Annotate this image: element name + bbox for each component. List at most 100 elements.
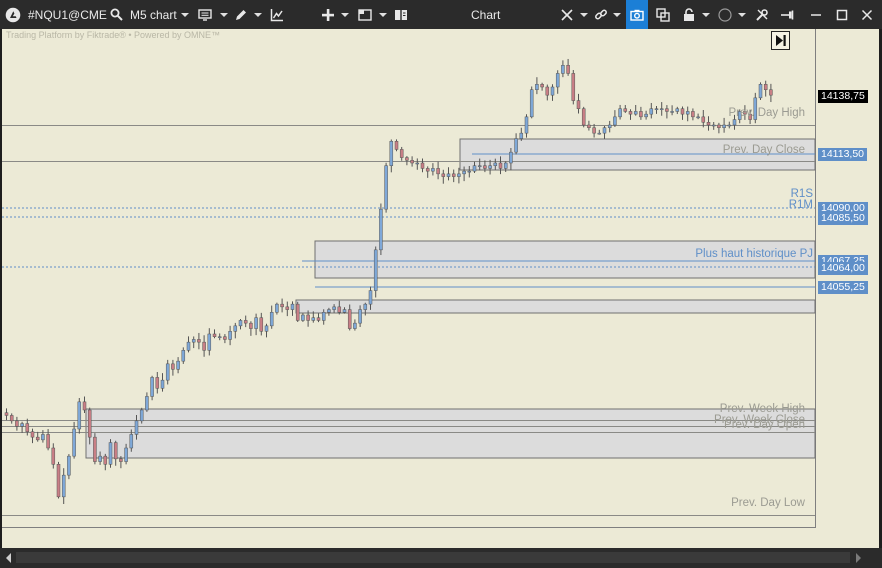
go-to-latest-button[interactable] bbox=[771, 31, 790, 50]
candle-body bbox=[613, 116, 617, 126]
candle-body bbox=[285, 306, 290, 310]
candle-body bbox=[35, 436, 40, 441]
candle-body bbox=[384, 165, 388, 210]
candle-body bbox=[498, 162, 503, 169]
candle-body bbox=[535, 84, 539, 90]
circle-icon bbox=[718, 7, 732, 22]
candle-body bbox=[87, 409, 92, 438]
drawing-tools-dropdown[interactable] bbox=[234, 0, 262, 29]
candle-body bbox=[644, 113, 648, 118]
candle-body bbox=[592, 127, 596, 134]
candle-body bbox=[581, 108, 586, 126]
chart-area[interactable]: Trading Platform by Fiktrade® • Powered … bbox=[2, 29, 879, 548]
candle-body bbox=[4, 412, 9, 416]
candle-body bbox=[233, 325, 238, 332]
book-icon[interactable] bbox=[394, 0, 408, 29]
candle-body bbox=[243, 320, 248, 324]
candle-body bbox=[295, 303, 300, 321]
candle-body bbox=[119, 458, 123, 462]
horizontal-scrollbar[interactable] bbox=[0, 548, 882, 568]
indicators-dropdown[interactable] bbox=[198, 0, 228, 29]
scroll-right-icon[interactable] bbox=[856, 553, 861, 563]
candle-body bbox=[431, 168, 435, 172]
candle-body bbox=[373, 249, 378, 291]
candle-body bbox=[519, 132, 524, 139]
candle-body bbox=[358, 309, 362, 324]
candle-body bbox=[337, 306, 342, 313]
line-chart-icon[interactable] bbox=[270, 0, 284, 29]
chart-settings-icon bbox=[198, 8, 212, 21]
candle-body bbox=[155, 377, 160, 389]
candle-body bbox=[181, 350, 186, 362]
minimize-icon[interactable] bbox=[810, 0, 822, 29]
candle-body bbox=[628, 111, 633, 115]
zone-prev-week bbox=[85, 408, 816, 459]
candle-body bbox=[93, 436, 97, 462]
candle-body bbox=[566, 65, 570, 74]
candle-body bbox=[597, 132, 602, 135]
candle-body bbox=[103, 455, 108, 465]
candle-body bbox=[249, 322, 253, 329]
candle-body bbox=[389, 141, 394, 166]
label-prev-day-low: Prev. Day Low bbox=[731, 497, 805, 509]
tools-icon[interactable] bbox=[755, 0, 769, 29]
candle-body bbox=[217, 336, 222, 338]
candle-body bbox=[649, 108, 654, 115]
candle-body bbox=[462, 170, 466, 175]
color-dropdown[interactable] bbox=[718, 0, 746, 29]
candle-body bbox=[717, 124, 721, 128]
link-icon bbox=[595, 9, 607, 19]
platform-watermark: Trading Platform by Fiktrade® • Powered … bbox=[6, 30, 221, 40]
candle-body bbox=[685, 111, 690, 115]
candle-body bbox=[659, 108, 664, 110]
label-plus-haut: Plus haut historique PJ bbox=[695, 248, 813, 260]
label-prev-day-open: Prev. Day Open bbox=[724, 419, 805, 431]
scrollbar-thumb[interactable] bbox=[16, 552, 850, 563]
layout-dropdown[interactable] bbox=[358, 0, 387, 29]
label-prev-day-high: Prev. Day High bbox=[728, 107, 805, 119]
candle-body bbox=[9, 415, 14, 422]
candle-body bbox=[124, 447, 128, 462]
timeframe-dropdown[interactable]: M5 chart bbox=[130, 0, 189, 29]
chevron-down-icon bbox=[580, 12, 588, 17]
candle-body bbox=[41, 434, 45, 441]
symbol-label[interactable]: #NQU1@CME bbox=[28, 0, 107, 29]
chevron-down-icon bbox=[220, 12, 228, 17]
duplicate-icon[interactable] bbox=[656, 0, 670, 29]
candle-body bbox=[332, 306, 336, 310]
chevron-down-icon bbox=[613, 12, 621, 17]
candle-body bbox=[477, 165, 482, 167]
candle-body bbox=[160, 379, 165, 389]
scroll-left-icon[interactable] bbox=[6, 553, 11, 563]
camera-icon[interactable] bbox=[626, 0, 648, 29]
add-dropdown[interactable] bbox=[321, 0, 349, 29]
maximize-icon[interactable] bbox=[836, 0, 848, 29]
link-dropdown[interactable] bbox=[594, 0, 621, 29]
lock-dropdown[interactable] bbox=[683, 0, 710, 29]
candle-body bbox=[108, 442, 113, 465]
candle-body bbox=[436, 168, 440, 175]
plus-icon bbox=[322, 8, 334, 21]
candle-body bbox=[72, 428, 76, 457]
app-logo-icon[interactable] bbox=[5, 0, 21, 29]
chevron-down-icon bbox=[379, 12, 387, 17]
candle-body bbox=[706, 122, 711, 126]
candle-body bbox=[727, 124, 732, 127]
candle-body bbox=[129, 434, 134, 449]
candle-body bbox=[514, 138, 518, 153]
last-price-label: 14138,75 bbox=[818, 90, 868, 103]
pencil-icon bbox=[236, 9, 246, 20]
crosshair-icon bbox=[561, 8, 573, 21]
search-icon[interactable] bbox=[110, 0, 123, 29]
candle-body bbox=[228, 331, 232, 340]
candle-body bbox=[197, 339, 201, 343]
candle-body bbox=[98, 455, 102, 462]
chevron-down-icon bbox=[702, 12, 710, 17]
pin-icon[interactable] bbox=[780, 0, 794, 29]
crosshair-dropdown[interactable] bbox=[561, 0, 588, 29]
candle-body bbox=[696, 116, 700, 119]
candle-body bbox=[680, 108, 685, 115]
candle-body bbox=[529, 89, 534, 118]
close-icon[interactable] bbox=[861, 0, 873, 29]
candle-body bbox=[561, 65, 565, 74]
